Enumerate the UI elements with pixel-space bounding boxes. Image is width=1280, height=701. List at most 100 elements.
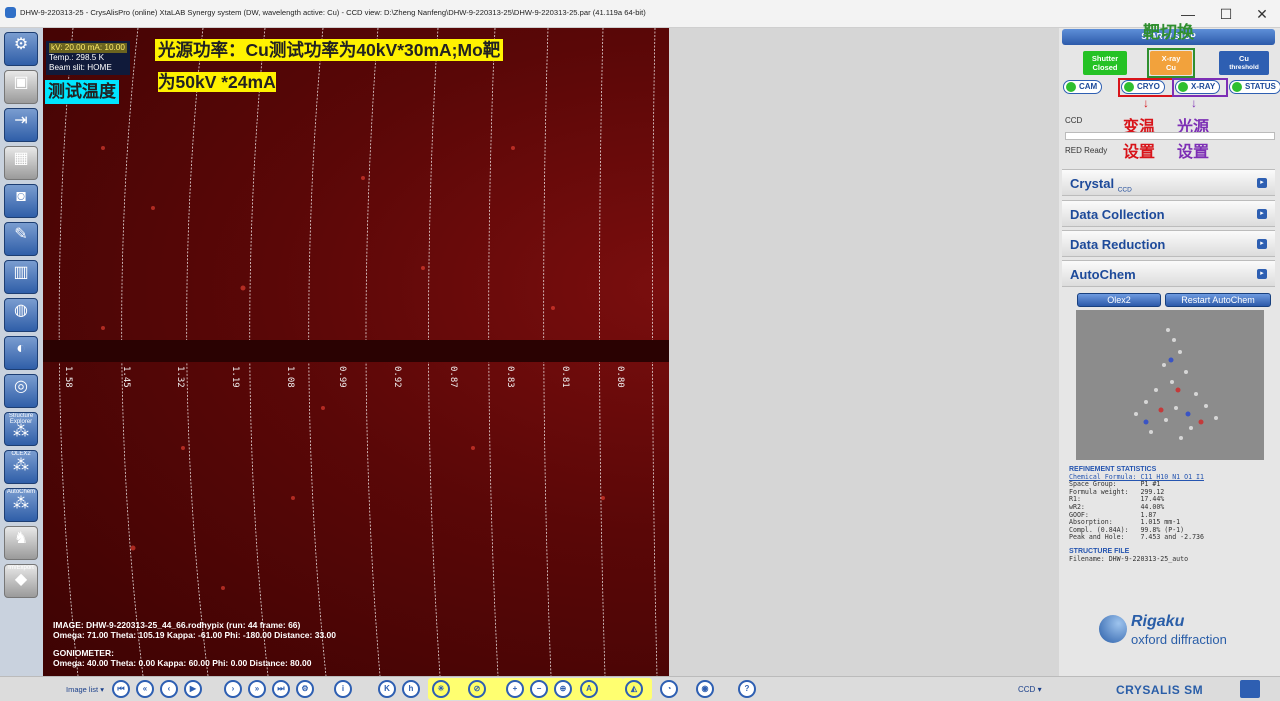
down-arrow-icon: ↓ xyxy=(1191,96,1197,110)
spot-icon[interactable]: ✳ xyxy=(432,680,450,698)
expand-icon: ▸ xyxy=(1257,239,1267,249)
ccd-progress-bar xyxy=(1065,132,1275,140)
section-data-collection[interactable]: Data Collection ▸ xyxy=(1062,200,1275,227)
wrench-icon: ✎ xyxy=(14,226,28,243)
instrument-button[interactable]: ◐ xyxy=(4,336,38,370)
goniometer-icon: ⚙ xyxy=(13,36,29,53)
play-icon[interactable]: ▶ xyxy=(184,680,202,698)
section-data-reduction[interactable]: Data Reduction ▸ xyxy=(1062,230,1275,257)
zoom-in-icon[interactable]: + xyxy=(506,680,524,698)
crysalis-logo: CRYSALIS SM xyxy=(1116,683,1204,697)
image-filename: IMAGE: DHW-9-220313-25_44_66.rodhypix (r… xyxy=(53,620,301,630)
shutter-button[interactable]: Shutter Closed xyxy=(1083,51,1127,75)
contrast-icon[interactable]: ◭ xyxy=(625,680,643,698)
cu-threshold-button[interactable]: Cu threshold xyxy=(1219,51,1269,75)
temperature-button[interactable]: ◍ xyxy=(4,298,38,332)
ccd-label: CCD xyxy=(1065,116,1083,125)
image-angles: Omega: 71.00 Theta: 105.19 Kappa: -61.00… xyxy=(53,630,336,640)
zoom-out-icon[interactable]: − xyxy=(530,680,548,698)
wrench-button[interactable]: ✎ xyxy=(4,222,38,256)
k-icon[interactable]: K xyxy=(378,680,396,698)
camera-icon: ◙ xyxy=(16,188,26,205)
xray-source-button[interactable]: X-ray Cu xyxy=(1150,51,1192,75)
ccd-button[interactable]: ▣ xyxy=(4,70,38,104)
xray-toggle[interactable]: X-RAY xyxy=(1175,80,1221,94)
app-icon xyxy=(5,7,16,18)
measure-icon[interactable]: ⊘ xyxy=(468,680,486,698)
expand-icon: ▸ xyxy=(1257,209,1267,219)
back-icon[interactable]: ‹ xyxy=(160,680,178,698)
instrument-status: kV: 20.00 mA: 10.00 Temp.: 298.5 K Beam … xyxy=(46,41,130,75)
olex2-button[interactable]: Olex2 xyxy=(1077,293,1161,307)
ccd-dropdown[interactable]: CCD ▾ xyxy=(1018,685,1042,694)
robot-button[interactable]: ♞ xyxy=(4,526,38,560)
hkl-icon[interactable]: h xyxy=(402,680,420,698)
beamstop-shadow xyxy=(43,340,669,362)
auto-contrast-icon[interactable]: A xyxy=(580,680,598,698)
maximize-button[interactable]: ☐ xyxy=(1208,4,1244,24)
collect-button[interactable]: ⇥ xyxy=(4,108,38,142)
camera-button[interactable]: ◙ xyxy=(4,184,38,218)
section-crystal[interactable]: Crystal CCD ▸ xyxy=(1062,169,1275,196)
structure-filename: Filename: DHW-9-220313-25_auto xyxy=(1069,554,1189,563)
fast-back-icon[interactable]: « xyxy=(136,680,154,698)
info-icon[interactable]: i xyxy=(334,680,352,698)
cam-toggle[interactable]: CAM xyxy=(1063,80,1103,94)
last-frame-icon[interactable]: ⏭ xyxy=(272,680,290,698)
left-toolbar: ⚙ ▣ ⇥ ▦ ◙ ✎ ▥ ◍ ◐ ◎ Structure Explorer ⁂ … xyxy=(0,28,43,676)
rigaku-logo-icon xyxy=(1099,615,1127,643)
status-toggle[interactable]: STATUS xyxy=(1229,80,1280,94)
chart-icon: ▥ xyxy=(13,264,29,281)
import-export-button[interactable]: Im/Export ◆ xyxy=(4,564,38,598)
resolution-tick: 1.32 xyxy=(175,366,185,388)
chart-button[interactable]: ▥ xyxy=(4,260,38,294)
instrument-icon: ◐ xyxy=(16,340,26,357)
resolution-tick: 1.58 xyxy=(63,366,73,388)
autochem-button[interactable]: AutoChem ⁂ xyxy=(4,488,38,522)
resolution-tick: 1.45 xyxy=(121,366,131,388)
ccd-image-viewer[interactable]: kV: 20.00 mA: 10.00 Temp.: 298.5 K Beam … xyxy=(43,28,669,676)
grid-button[interactable]: ▦ xyxy=(4,146,38,180)
help-icon[interactable]: ? xyxy=(738,680,756,698)
refinement-statistics: REFINEMENT STATISTICS Chemical Formula: … xyxy=(1069,466,1204,563)
resolution-tick: 0.92 xyxy=(392,366,402,388)
status-dot-icon xyxy=(1232,82,1242,92)
temperature-readout: Temp.: 298.5 K xyxy=(49,53,105,62)
crystal-3d-button[interactable]: ◎ xyxy=(4,374,38,408)
fast-forward-icon[interactable]: » xyxy=(248,680,266,698)
structure-explorer-button[interactable]: Structure Explorer ⁂ xyxy=(4,412,38,446)
target-switch-annotation: 靶切换 xyxy=(1143,23,1194,42)
section-autochem[interactable]: AutoChem ▸ xyxy=(1062,260,1275,287)
color-scheme-icon[interactable]: ◔ xyxy=(660,680,678,698)
molecule-viewer[interactable] xyxy=(1076,310,1264,460)
forward-icon[interactable]: › xyxy=(224,680,242,698)
cryo-toggle[interactable]: CRYO xyxy=(1121,80,1165,94)
image-list-dropdown[interactable]: Image list ▾ xyxy=(66,685,104,694)
first-frame-icon[interactable]: ⏮ xyxy=(112,680,130,698)
restart-autochem-button[interactable]: Restart AutoChem xyxy=(1165,293,1271,307)
ready-status: RED Ready xyxy=(1065,146,1108,155)
temperature-annotation: 测试温度 xyxy=(45,80,119,104)
power-readout: kV: 20.00 mA: 10.00 xyxy=(49,43,127,53)
expand-icon: ▸ xyxy=(1257,178,1267,188)
filter-icon[interactable]: ◉ xyxy=(696,680,714,698)
robot-icon: ♞ xyxy=(13,530,29,547)
zoom-fit-icon[interactable]: ⊕ xyxy=(554,680,572,698)
goniometer-angles: Omega: 40.00 Theta: 0.00 Kappa: 60.00 Ph… xyxy=(53,658,312,668)
resolution-tick: 0.81 xyxy=(560,366,570,388)
resolution-tick: 0.83 xyxy=(505,366,515,388)
crystal-3d-icon: ◎ xyxy=(14,378,28,395)
goniometer-button[interactable]: ⚙ xyxy=(4,32,38,66)
resolution-tick: 1.19 xyxy=(230,366,240,388)
collect-icon: ⇥ xyxy=(14,112,28,129)
olex2-button[interactable]: OLEX2 ⁂ xyxy=(4,450,38,484)
cryo-annotation-2: 设置 xyxy=(1123,144,1156,161)
notification-icon[interactable] xyxy=(1240,680,1260,698)
status-dot-icon xyxy=(1124,82,1134,92)
structure-explorer-icon: ⁂ xyxy=(13,423,29,440)
olex2-icon: ⁂ xyxy=(13,457,29,474)
settings-icon[interactable]: ⚙ xyxy=(296,680,314,698)
status-dot-icon xyxy=(1178,82,1188,92)
import-export-icon: ◆ xyxy=(14,571,28,588)
close-button[interactable]: ✕ xyxy=(1244,4,1280,24)
